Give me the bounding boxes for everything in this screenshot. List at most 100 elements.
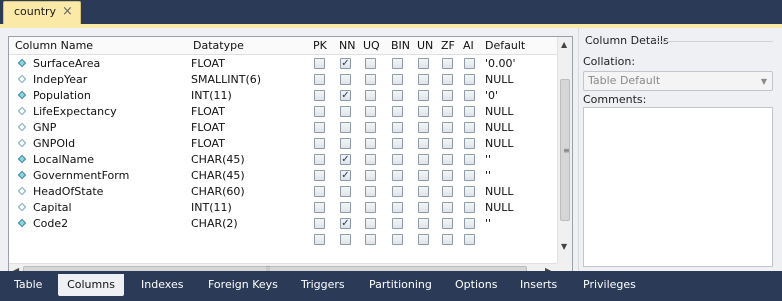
close-icon[interactable]: × xyxy=(62,2,73,22)
zf-checkbox[interactable] xyxy=(442,218,453,229)
bin-checkbox[interactable] xyxy=(392,186,403,197)
nn-checkbox[interactable] xyxy=(340,138,351,149)
default-value-cell[interactable]: '' xyxy=(485,168,491,184)
column-name-cell[interactable]: HeadOfState xyxy=(33,184,103,200)
un-checkbox[interactable] xyxy=(418,90,429,101)
tab-partitioning[interactable]: Partitioning xyxy=(361,274,440,296)
tab-table[interactable]: Table xyxy=(6,274,50,296)
bin-checkbox[interactable] xyxy=(392,234,403,245)
zf-checkbox[interactable] xyxy=(442,58,453,69)
default-value-cell[interactable]: '0.00' xyxy=(485,56,516,72)
zf-checkbox[interactable] xyxy=(442,186,453,197)
pk-checkbox[interactable] xyxy=(314,122,325,133)
pk-checkbox[interactable] xyxy=(314,154,325,165)
nn-checkbox[interactable] xyxy=(340,122,351,133)
zf-checkbox[interactable] xyxy=(442,138,453,149)
pk-checkbox[interactable] xyxy=(314,90,325,101)
column-header-pk[interactable]: PK xyxy=(309,37,327,55)
ai-checkbox[interactable] xyxy=(464,58,475,69)
un-checkbox[interactable] xyxy=(418,234,429,245)
table-row[interactable]: IndepYear SMALLINT(6) NULL xyxy=(9,72,557,88)
ai-checkbox[interactable] xyxy=(464,90,475,101)
pk-checkbox[interactable] xyxy=(314,202,325,213)
column-name-cell[interactable]: Capital xyxy=(33,200,72,216)
default-value-cell[interactable]: '' xyxy=(485,216,491,232)
column-header-nn[interactable]: NN xyxy=(335,37,355,55)
datatype-cell[interactable]: FLOAT xyxy=(191,56,225,72)
bin-checkbox[interactable] xyxy=(392,58,403,69)
bin-checkbox[interactable] xyxy=(392,122,403,133)
default-value-cell[interactable]: NULL xyxy=(485,200,514,216)
zf-checkbox[interactable] xyxy=(442,170,453,181)
table-row[interactable]: Population INT(11) ✓ '0' xyxy=(9,88,557,104)
zf-checkbox[interactable] xyxy=(442,234,453,245)
default-value-cell[interactable]: NULL xyxy=(485,136,514,152)
column-header-bin[interactable]: BIN xyxy=(387,37,410,55)
un-checkbox[interactable] xyxy=(418,202,429,213)
uq-checkbox[interactable] xyxy=(365,218,376,229)
zf-checkbox[interactable] xyxy=(442,90,453,101)
tab-foreign-keys[interactable]: Foreign Keys xyxy=(200,274,286,296)
column-name-cell[interactable]: GovernmentForm xyxy=(33,168,129,184)
nn-checkbox-checked[interactable]: ✓ xyxy=(340,154,351,165)
un-checkbox[interactable] xyxy=(418,138,429,149)
bin-checkbox[interactable] xyxy=(392,90,403,101)
column-name-cell[interactable]: SurfaceArea xyxy=(33,56,100,72)
ai-checkbox[interactable] xyxy=(464,138,475,149)
column-header-datatype[interactable]: Datatype xyxy=(189,37,244,55)
nn-checkbox[interactable] xyxy=(340,106,351,117)
un-checkbox[interactable] xyxy=(418,58,429,69)
uq-checkbox[interactable] xyxy=(365,58,376,69)
bin-checkbox[interactable] xyxy=(392,74,403,85)
bin-checkbox[interactable] xyxy=(392,106,403,117)
ai-checkbox[interactable] xyxy=(464,74,475,85)
default-value-cell[interactable]: NULL xyxy=(485,72,514,88)
column-header-uq[interactable]: UQ xyxy=(359,37,380,55)
bin-checkbox[interactable] xyxy=(392,202,403,213)
uq-checkbox[interactable] xyxy=(365,186,376,197)
zf-checkbox[interactable] xyxy=(442,106,453,117)
pk-checkbox[interactable] xyxy=(314,58,325,69)
column-name-cell[interactable]: GNP xyxy=(33,120,56,136)
datatype-cell[interactable]: INT(11) xyxy=(191,88,232,104)
zf-checkbox[interactable] xyxy=(442,122,453,133)
datatype-cell[interactable]: SMALLINT(6) xyxy=(191,72,261,88)
column-name-cell[interactable]: GNPOld xyxy=(33,136,75,152)
table-row[interactable]: SurfaceArea FLOAT ✓ '0.00' xyxy=(9,56,557,72)
uq-checkbox[interactable] xyxy=(365,234,376,245)
un-checkbox[interactable] xyxy=(418,122,429,133)
datatype-cell[interactable]: CHAR(45) xyxy=(191,152,245,168)
uq-checkbox[interactable] xyxy=(365,154,376,165)
table-row[interactable] xyxy=(9,232,557,248)
column-name-cell[interactable]: Population xyxy=(33,88,91,104)
nn-checkbox[interactable] xyxy=(340,186,351,197)
un-checkbox[interactable] xyxy=(418,154,429,165)
column-name-cell[interactable]: IndepYear xyxy=(33,72,87,88)
column-header-default[interactable]: Default xyxy=(481,37,525,55)
bin-checkbox[interactable] xyxy=(392,154,403,165)
datatype-cell[interactable]: CHAR(60) xyxy=(191,184,245,200)
nn-checkbox[interactable] xyxy=(340,74,351,85)
datatype-cell[interactable]: CHAR(45) xyxy=(191,168,245,184)
uq-checkbox[interactable] xyxy=(365,138,376,149)
collation-select[interactable]: Table Default ▼ xyxy=(583,71,773,91)
un-checkbox[interactable] xyxy=(418,106,429,117)
nn-checkbox[interactable] xyxy=(340,202,351,213)
column-header-un[interactable]: UN xyxy=(413,37,433,55)
vertical-scrollbar[interactable]: ▲ ≡ ▼ xyxy=(557,37,572,263)
ai-checkbox[interactable] xyxy=(464,234,475,245)
column-name-cell[interactable]: LifeExpectancy xyxy=(33,104,117,120)
pk-checkbox[interactable] xyxy=(314,170,325,181)
tab-triggers[interactable]: Triggers xyxy=(293,274,353,296)
pk-checkbox[interactable] xyxy=(314,234,325,245)
nn-checkbox-checked[interactable]: ✓ xyxy=(340,170,351,181)
column-header-zf[interactable]: ZF xyxy=(437,37,455,55)
bin-checkbox[interactable] xyxy=(392,138,403,149)
table-row[interactable]: Capital INT(11) NULL xyxy=(9,200,557,216)
tab-options[interactable]: Options xyxy=(447,274,505,296)
pk-checkbox[interactable] xyxy=(314,74,325,85)
ai-checkbox[interactable] xyxy=(464,202,475,213)
pk-checkbox[interactable] xyxy=(314,218,325,229)
bin-checkbox[interactable] xyxy=(392,218,403,229)
column-header-ai[interactable]: AI xyxy=(459,37,474,55)
